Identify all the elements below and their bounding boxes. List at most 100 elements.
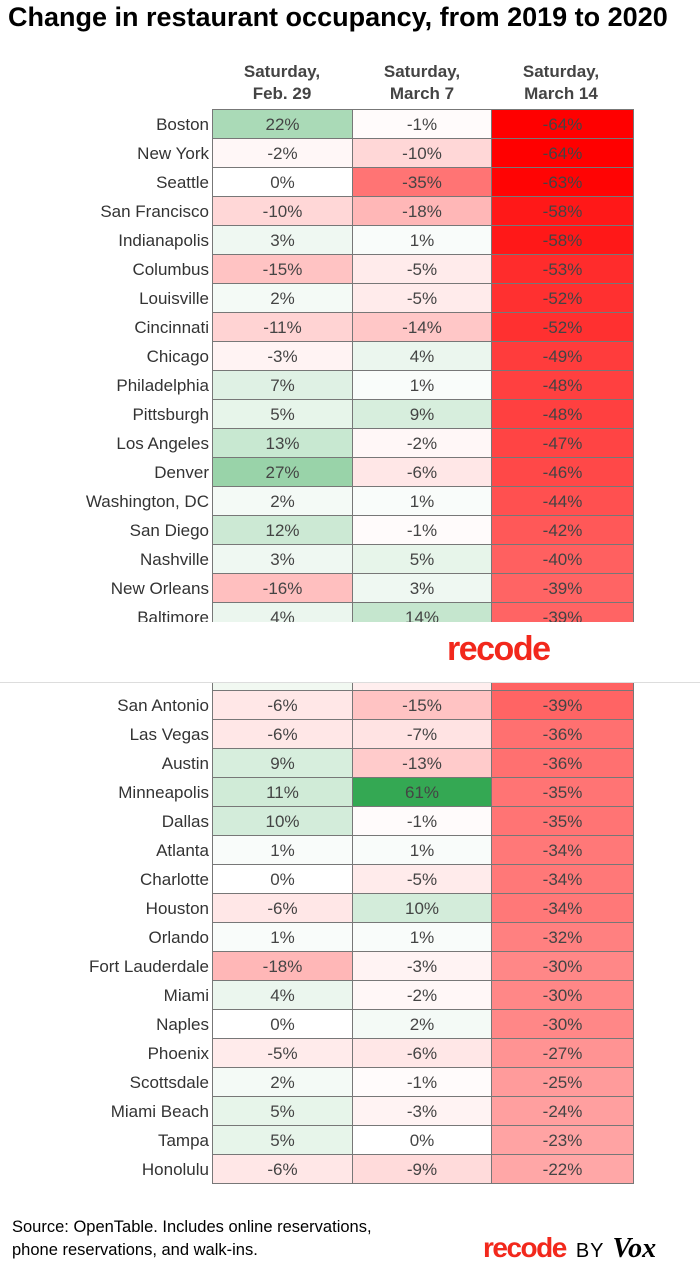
heatmap-cell: -58% (491, 225, 634, 255)
heatmap-cell: 0% (352, 1126, 492, 1156)
heatmap-cell: -34% (491, 864, 634, 894)
table-row: Nashville 3% 5% -40% (0, 545, 700, 575)
heatmap-cell: -2% (352, 429, 492, 459)
heatmap-cell: -35% (352, 167, 492, 197)
column-header-line: Saturday, (522, 62, 600, 81)
heatmap-cell: 1% (352, 225, 492, 255)
city-label: Austin (161, 753, 209, 773)
city-label: Houston (145, 898, 209, 918)
heatmap-cell: -1% (352, 108, 492, 139)
city-label: New York (137, 143, 209, 163)
table-row: Phoenix -5% -6% -27% (0, 1039, 700, 1069)
heatmap-cell: -6% (352, 1039, 492, 1069)
city-label: New Orleans (110, 579, 209, 599)
heatmap-cell: -52% (491, 312, 634, 342)
heatmap-cell: -2% (212, 138, 353, 168)
heatmap-cell: 0% (212, 167, 353, 197)
city-label: Washington, DC (85, 492, 209, 512)
heatmap-cell: -30% (491, 1010, 634, 1040)
city-label: Naples (156, 1015, 209, 1035)
city-label: Indianapolis (118, 230, 209, 250)
heatmap-cell: -27% (491, 1039, 634, 1069)
city-label: San Francisco (100, 201, 209, 221)
heatmap-cell: 10% (352, 893, 492, 923)
column-header: Saturday, Feb. 29 (212, 61, 352, 105)
heatmap-cell: -9% (352, 1155, 492, 1185)
heatmap-cell: -63% (491, 167, 634, 197)
heatmap-cell: 27% (212, 458, 353, 488)
heatmap-cell: -6% (352, 458, 492, 488)
city-label: Atlanta (156, 840, 209, 860)
table-row: Indianapolis 3% 1% -58% (0, 225, 700, 255)
table-row: Philadelphia 7% 1% -48% (0, 370, 700, 400)
city-label: Nashville (140, 550, 209, 570)
heatmap-cell: -53% (491, 254, 634, 284)
heatmap-cell: -47% (491, 429, 634, 459)
heatmap-cell: -23% (491, 1126, 634, 1156)
table-row: Charlotte 0% -5% -34% (0, 864, 700, 894)
city-label: Tampa (157, 1131, 209, 1151)
heatmap-cell: -13% (352, 748, 492, 778)
heatmap-cell: 5% (352, 545, 492, 575)
heatmap-cell: -30% (491, 952, 634, 981)
city-label: Pittsburgh (132, 405, 209, 424)
column-header-line: Saturday, (243, 62, 321, 81)
city-label: Cincinnati (134, 317, 209, 337)
city-label: Boston (156, 114, 209, 134)
heatmap-cell: -64% (491, 108, 634, 139)
heatmap-cell: -5% (352, 283, 492, 313)
city-label: Chicago (146, 346, 209, 366)
heatmap-cell: -52% (491, 283, 634, 313)
table-row: Naples 0% 2% -30% (0, 1010, 700, 1040)
table-row: Miami Beach 5% -3% -24% (0, 1097, 700, 1127)
heatmap-cell: -42% (491, 516, 634, 546)
heatmap-cell: 1% (212, 835, 353, 865)
table-row: Los Angeles 13% -2% -47% (0, 429, 700, 459)
city-label: Denver (154, 463, 209, 483)
source-note: Source: OpenTable. Includes online reser… (12, 1216, 372, 1262)
heatmap-cell: -58% (491, 196, 634, 226)
city-label: Los Angeles (116, 434, 209, 454)
table-row: Dallas 10% -1% -35% (0, 806, 700, 836)
heatmap-cell: -48% (491, 400, 634, 429)
heatmap-cell: 1% (352, 922, 492, 952)
table-row: Scottsdale 2% -1% -25% (0, 1068, 700, 1098)
table-row: Pittsburgh 5% 9% -48% (0, 400, 700, 429)
recode-logo: recode (483, 1232, 567, 1263)
heatmap-cell: -5% (212, 1039, 353, 1069)
heatmap-cell: -44% (491, 487, 634, 517)
heatmap-cell: -35% (491, 777, 634, 807)
heatmap-cell: -14% (352, 312, 492, 342)
city-label: Columbus (132, 259, 209, 279)
heatmap-cell: 11% (212, 777, 353, 807)
table-row: Fort Lauderdale -18% -3% -30% (0, 952, 700, 981)
heatmap-cell: -46% (491, 458, 634, 488)
footer-logo: recode BY Vox (483, 1232, 656, 1265)
city-label: Fort Lauderdale (88, 957, 209, 976)
heatmap-cell: -6% (212, 1155, 353, 1185)
city-label: Phoenix (147, 1044, 209, 1064)
heatmap-cell: -16% (212, 574, 353, 604)
column-header: Saturday, March 7 (352, 61, 492, 105)
table-row: Denver 27% -6% -46% (0, 458, 700, 488)
heatmap-cell: 9% (352, 400, 492, 429)
heatmap-cell: 7% (212, 370, 353, 400)
heatmap-cell: -15% (212, 254, 353, 284)
heatmap-cell: -34% (491, 893, 634, 923)
chart-title: Change in restaurant occupancy, from 201… (8, 2, 668, 32)
by-text: BY (575, 1240, 605, 1262)
heatmap-cell: 1% (352, 370, 492, 400)
heatmap-cell: -1% (352, 516, 492, 546)
table-row: Austin 9% -13% -36% (0, 748, 700, 778)
city-label: Minneapolis (118, 782, 209, 802)
vox-logo: Vox (612, 1233, 657, 1264)
heatmap-cell: -18% (212, 952, 353, 981)
heatmap-cell: -34% (491, 835, 634, 865)
table-row: Orlando 1% 1% -32% (0, 922, 700, 952)
heatmap-cell: -25% (491, 1068, 634, 1098)
heatmap-cell: -5% (352, 254, 492, 284)
heatmap-cell: 5% (212, 1126, 353, 1156)
heatmap-cell: 1% (352, 835, 492, 865)
table-row: Minneapolis 11% 61% -35% (0, 777, 700, 807)
heatmap-cell: -6% (212, 893, 353, 923)
